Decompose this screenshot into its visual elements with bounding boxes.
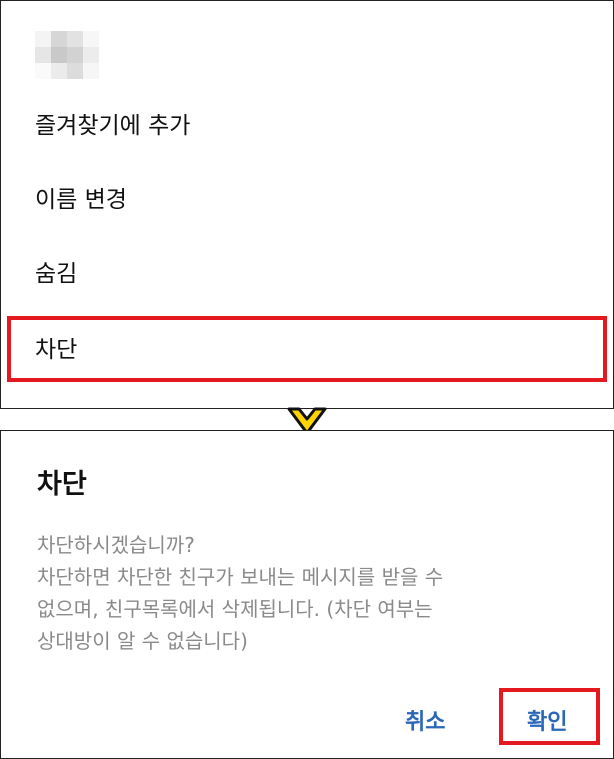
menu-item-hide[interactable]: 숨김 (1, 237, 613, 311)
dialog-message-line: 상대방이 알 수 없습니다) (37, 629, 248, 653)
blurred-friend-name (35, 31, 99, 79)
menu-item-add-favorite[interactable]: 즐겨찾기에 추가 (1, 89, 613, 163)
confirm-button[interactable]: 확인 (527, 704, 567, 736)
dialog-message: 차단하시겠습니까? 차단하면 차단한 친구가 보내는 메시지를 받을 수 없으며… (37, 529, 577, 657)
dialog-title: 차단 (37, 469, 87, 500)
dialog-message-line: 차단하시겠습니까? (37, 533, 195, 557)
dialog-message-line: 없으며, 친구목록에서 삭제됩니다. (차단 여부는 (37, 597, 433, 621)
context-menu: 즐겨찾기에 추가 이름 변경 숨김 차단 (0, 0, 614, 409)
menu-item-rename[interactable]: 이름 변경 (1, 163, 613, 237)
dialog-message-line: 차단하면 차단한 친구가 보내는 메시지를 받을 수 (37, 565, 444, 589)
cancel-button[interactable]: 취소 (405, 704, 445, 736)
menu-item-block[interactable]: 차단 (1, 313, 613, 387)
